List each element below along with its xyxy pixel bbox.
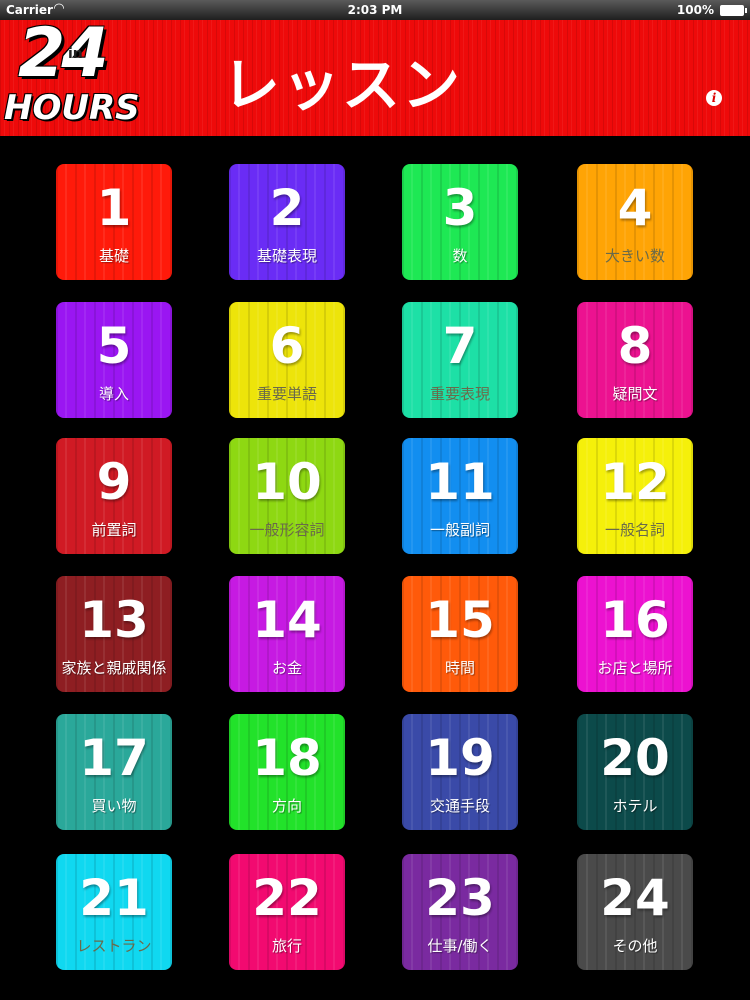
lesson-label: 数: [452, 247, 468, 265]
lesson-tile-19[interactable]: 19 交通手段: [402, 714, 518, 830]
lesson-label: 方向: [271, 797, 302, 815]
logo-hours: HOURS: [4, 88, 140, 128]
lesson-number: 22: [252, 869, 322, 927]
lesson-number: 3: [442, 179, 478, 237]
lesson-tile-8[interactable]: 8 疑問文: [577, 302, 693, 418]
logo-in: in: [68, 46, 83, 62]
lesson-number: 17: [79, 729, 149, 787]
lesson-number: 15: [425, 591, 495, 649]
lesson-label: 家族と親戚関係: [61, 659, 167, 677]
lesson-label: 交通手段: [429, 797, 490, 815]
lesson-tile-10[interactable]: 10 一般形容詞: [229, 438, 345, 554]
battery-percent: 100%: [676, 3, 714, 17]
lesson-label: 時間: [444, 659, 475, 677]
header-bar: 24 in HOURS レッスン i: [0, 14, 750, 136]
lesson-tile-18[interactable]: 18 方向: [229, 714, 345, 830]
lesson-number: 13: [79, 591, 149, 649]
lesson-label: 前置詞: [91, 521, 137, 539]
lesson-tile-13[interactable]: 13 家族と親戚関係: [56, 576, 172, 692]
lesson-number: 7: [442, 317, 478, 375]
lesson-tile-4[interactable]: 4 大きい数: [577, 164, 693, 280]
lesson-number: 10: [252, 453, 322, 511]
lesson-label: 旅行: [271, 937, 302, 955]
lesson-label: お店と場所: [597, 659, 673, 677]
lesson-number: 2: [269, 179, 305, 237]
logo-number: 24: [18, 14, 109, 93]
lesson-label: 一般名詞: [604, 521, 665, 539]
lesson-tile-21[interactable]: 21 レストラン: [56, 854, 172, 970]
lesson-tile-12[interactable]: 12 一般名詞: [577, 438, 693, 554]
lesson-label: 一般副詞: [429, 521, 490, 539]
lesson-tile-11[interactable]: 11 一般副詞: [402, 438, 518, 554]
lesson-number: 11: [425, 453, 495, 511]
lesson-label: 重要表現: [429, 385, 490, 403]
app-logo: 24 in HOURS: [0, 14, 175, 136]
info-icon[interactable]: i: [706, 90, 722, 106]
lesson-number: 8: [617, 317, 653, 375]
lesson-tile-7[interactable]: 7 重要表現: [402, 302, 518, 418]
lesson-label: 導入: [98, 385, 129, 403]
lesson-number: 12: [600, 453, 670, 511]
lesson-number: 19: [425, 729, 495, 787]
lesson-label: 買い物: [91, 797, 137, 815]
lesson-number: 16: [600, 591, 670, 649]
lesson-label: 一般形容詞: [249, 521, 325, 539]
lesson-tile-17[interactable]: 17 買い物: [56, 714, 172, 830]
lesson-tile-23[interactable]: 23 仕事/働く: [402, 854, 518, 970]
lesson-label: 基礎: [98, 247, 129, 265]
lesson-number: 14: [252, 591, 322, 649]
lesson-tile-5[interactable]: 5 導入: [56, 302, 172, 418]
lesson-label: 大きい数: [604, 247, 665, 265]
status-time: 2:03 PM: [347, 3, 403, 17]
lesson-label: 基礎表現: [256, 247, 317, 265]
lesson-tile-24[interactable]: 24 その他: [577, 854, 693, 970]
lesson-label: 疑問文: [612, 385, 658, 403]
lesson-number: 24: [600, 869, 670, 927]
lesson-label: お金: [271, 659, 302, 677]
lesson-tile-2[interactable]: 2 基礎表現: [229, 164, 345, 280]
lesson-number: 4: [617, 179, 653, 237]
battery-icon: [720, 5, 747, 16]
lesson-tile-6[interactable]: 6 重要単語: [229, 302, 345, 418]
lesson-tile-16[interactable]: 16 お店と場所: [577, 576, 693, 692]
lesson-tile-3[interactable]: 3数: [402, 164, 518, 280]
lesson-label: その他: [612, 937, 658, 955]
lesson-number: 21: [79, 869, 149, 927]
lesson-label: ホテル: [612, 797, 658, 815]
lesson-number: 6: [269, 317, 305, 375]
lesson-number: 23: [425, 869, 495, 927]
lesson-label: 仕事/働く: [427, 937, 493, 955]
lesson-label: レストラン: [76, 937, 152, 955]
lesson-tile-14[interactable]: 14 お金: [229, 576, 345, 692]
lesson-number: 18: [252, 729, 322, 787]
page-title: レッスン: [222, 51, 463, 119]
lesson-number: 1: [96, 179, 132, 237]
lesson-tile-20[interactable]: 20 ホテル: [577, 714, 693, 830]
lesson-tile-1[interactable]: 1 基礎: [56, 164, 172, 280]
lesson-label: 重要単語: [256, 385, 317, 403]
lesson-grid: 1 基礎 2 基礎表現 3 数 4 大きい数 5 導入 6 重要単語 7 重要表現 8 疑問文 9 前置詞 10 一般…: [0, 136, 750, 1000]
lesson-number: 9: [96, 453, 132, 511]
lesson-tile-15[interactable]: 15 時間: [402, 576, 518, 692]
lesson-tile-9[interactable]: 9 前置詞: [56, 438, 172, 554]
lesson-number: 20: [600, 729, 670, 787]
status-bar: Carrier ◠ 2:03 PM 100%: [0, 0, 750, 20]
lesson-tile-22[interactable]: 22 旅行: [229, 854, 345, 970]
lesson-number: 5: [96, 317, 132, 375]
